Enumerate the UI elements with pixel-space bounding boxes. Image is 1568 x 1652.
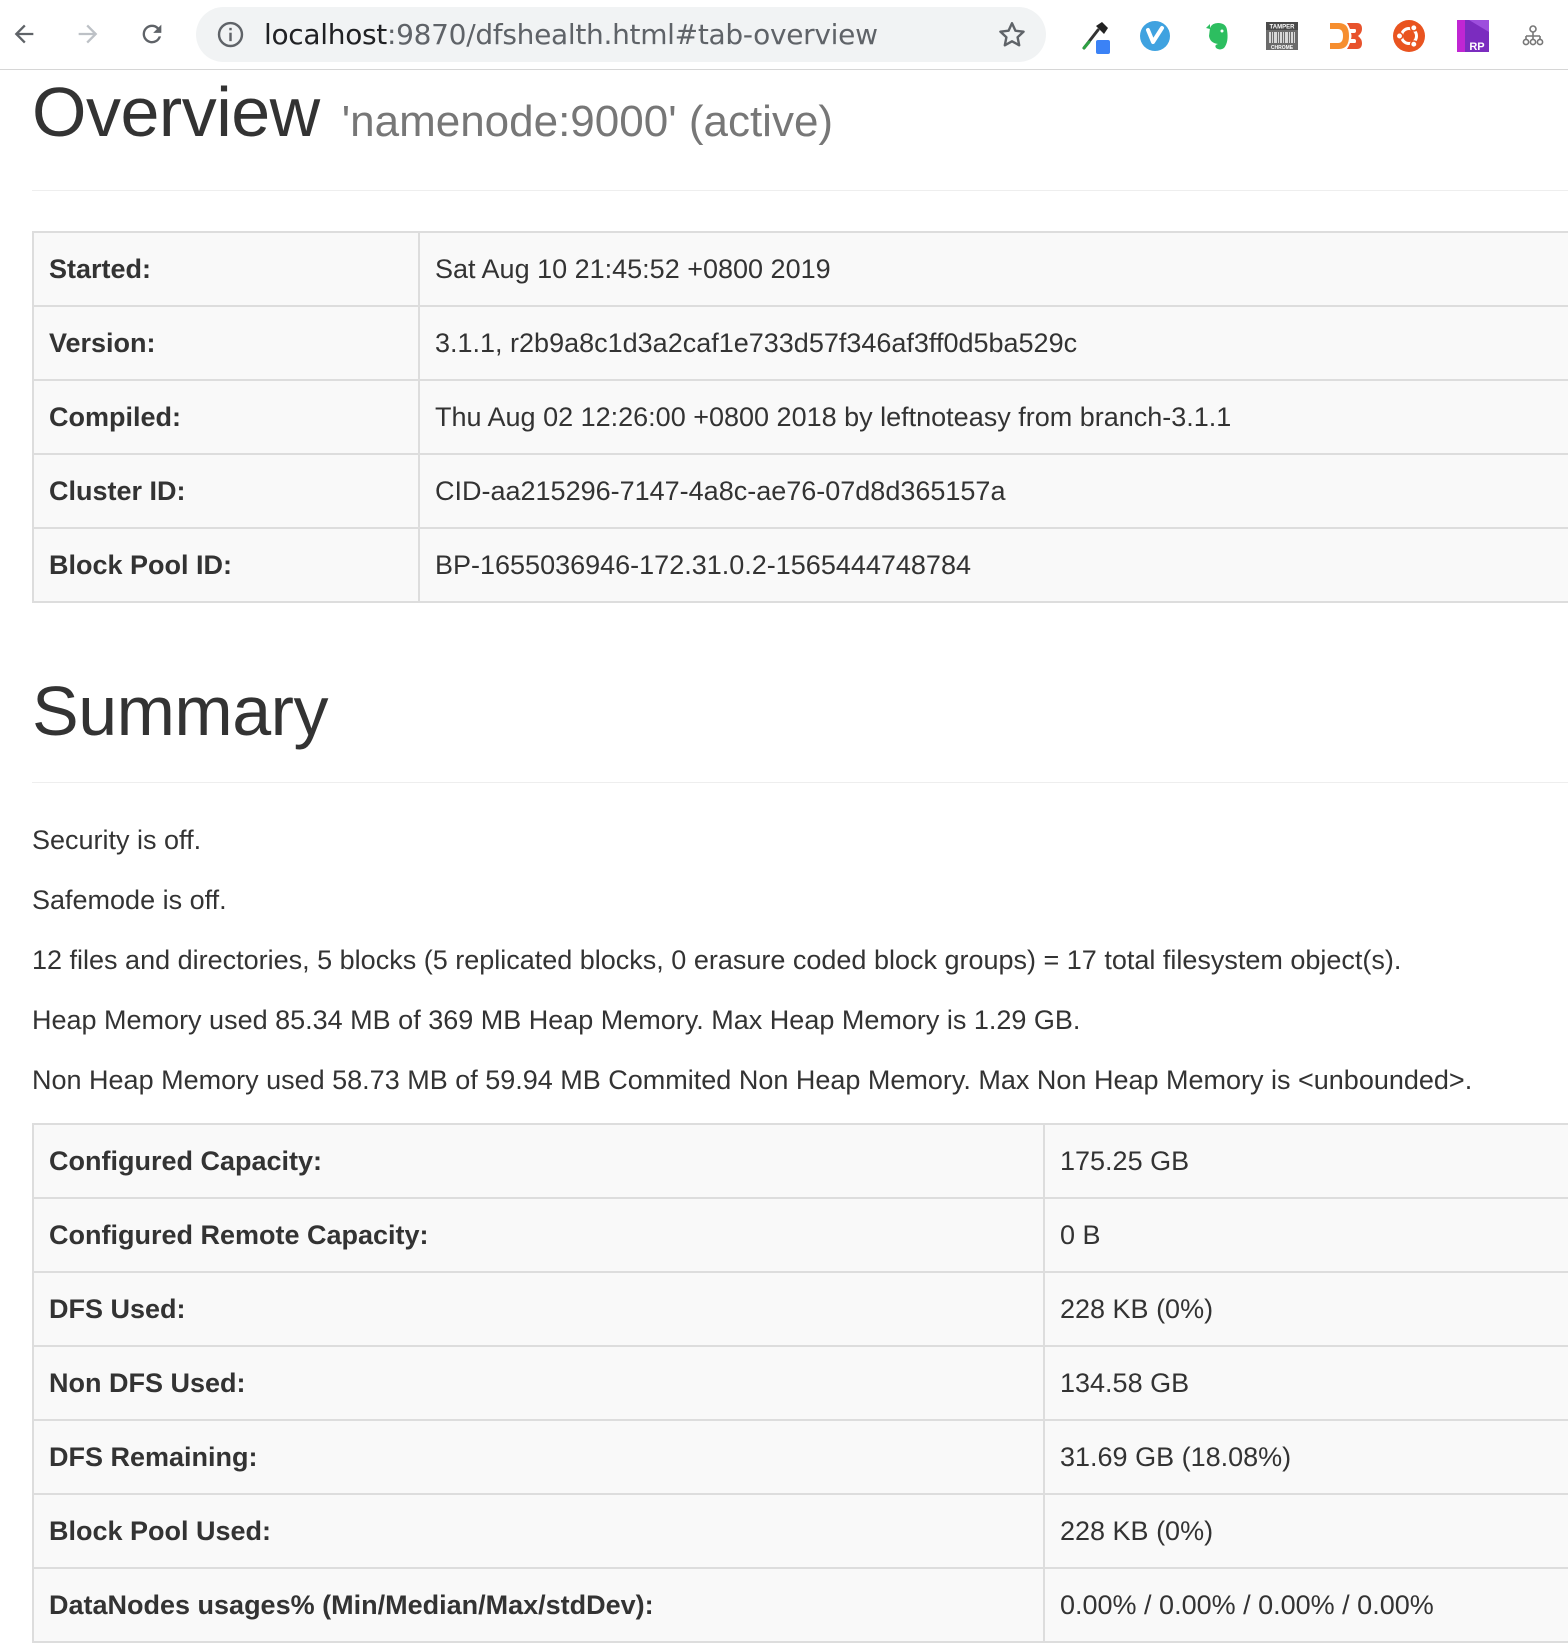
evernote-icon [1206,23,1228,50]
evernote-extension[interactable] [1200,18,1236,54]
row-value: 0 B [1043,1197,1568,1273]
row-label: Version: [32,305,420,381]
d3-icon [1330,23,1362,49]
row-value: CID-aa215296-7147-4a8c-ae76-07d8d365157a [418,453,1568,529]
row-value: 175.25 GB [1043,1123,1568,1199]
ubuntu-extension[interactable] [1391,18,1427,54]
row-value: Thu Aug 02 12:26:00 +0800 2018 by leftno… [418,379,1568,455]
summary-line: 12 files and directories, 5 blocks (5 re… [32,945,1402,975]
row-value: 0.00% / 0.00% / 0.00% / 0.00% [1043,1567,1568,1643]
vimium-icon [1140,21,1170,51]
eyedropper-icon [1082,22,1110,54]
forward-button[interactable] [68,14,108,54]
browser-toolbar: localhost:9870/dfshealth.html#tab-overvi… [0,0,1568,70]
table-row: Version: 3.1.1, r2b9a8c1d3a2caf1e733d57f3… [32,305,1568,381]
row-label: Configured Capacity: [32,1123,1045,1199]
table-row: Configured Remote Capacity: 0 B [32,1197,1568,1273]
sitemap-icon [1522,25,1544,46]
table-row: Block Pool ID: BP-1655036946-172.31.0.2-1… [32,527,1568,603]
rp-icon: RP [1457,20,1489,53]
back-button[interactable] [4,14,44,54]
summary-title: Summary [32,672,328,750]
address-bar[interactable]: localhost:9870/dfshealth.html#tab-overvi… [196,7,1046,62]
table-row: Block Pool Used: 228 KB (0%) [32,1493,1568,1569]
tamper-chrome-icon: TAMPER CHROME [1266,22,1298,51]
row-label: Configured Remote Capacity: [32,1197,1045,1273]
row-label: Cluster ID: [32,453,420,529]
row-label: Compiled: [32,379,420,455]
arrow-left-icon [14,24,34,44]
row-label: DFS Remaining: [32,1419,1045,1495]
row-value: 134.58 GB [1043,1345,1568,1421]
row-label: Started: [32,231,420,307]
table-row: Non DFS Used: 134.58 GB [32,1345,1568,1421]
summary-line: Safemode is off. [32,885,227,915]
overview-title: Overview 'namenode:9000' (active) [32,72,833,152]
summary-lines: Security is off. Safemode is off. 12 files… [32,823,1568,1123]
d3-extension[interactable] [1327,18,1363,54]
table-row: Compiled: Thu Aug 02 12:26:00 +0800 2018 … [32,379,1568,455]
star-icon[interactable] [996,19,1028,51]
overview-table: Started: Sat Aug 10 21:45:52 +0800 2019 Ve… [32,231,1568,603]
url-text[interactable]: localhost:9870/dfshealth.html#tab-overvi… [264,7,878,62]
capacity-table: Configured Capacity: 175.25 GB Configured … [32,1123,1568,1643]
row-label: Block Pool Used: [32,1493,1045,1569]
row-label: DataNodes usages% (Min/Median/Max/stdDev… [32,1567,1045,1643]
row-value: 228 KB (0%) [1043,1493,1568,1569]
page-content: Overview 'namenode:9000' (active) Started… [32,70,1568,1643]
row-label: Non DFS Used: [32,1345,1045,1421]
summary-line: Security is off. [32,825,202,855]
row-value: 31.69 GB (18.08%) [1043,1419,1568,1495]
reload-button[interactable] [132,14,172,54]
arrow-right-icon [78,24,98,44]
summary-header: Summary [32,672,1568,783]
row-value: Sat Aug 10 21:45:52 +0800 2019 [418,231,1568,307]
row-label: DFS Used: [32,1271,1045,1347]
table-row: DataNodes usages% (Min/Median/Max/stdDev… [32,1567,1568,1643]
namenode-subtitle: 'namenode:9000' (active) [341,97,834,146]
url-path: :9870/dfshealth.html#tab-overview [387,18,878,51]
vimium-extension[interactable] [1137,18,1173,54]
row-value: BP-1655036946-172.31.0.2-1565444748784 [418,527,1568,603]
info-icon[interactable] [216,20,245,49]
url-host: localhost [264,18,387,51]
eyedropper-extension[interactable] [1078,18,1114,54]
row-value: 228 KB (0%) [1043,1271,1568,1347]
sitemap-extension[interactable] [1520,18,1546,54]
chrome-label: CHROME [1271,45,1294,51]
summary-line: Heap Memory used 85.34 MB of 369 MB Heap… [32,1005,1081,1035]
row-value: 3.1.1, r2b9a8c1d3a2caf1e733d57f346af3ff0… [418,305,1568,381]
summary-line: Non Heap Memory used 58.73 MB of 59.94 M… [32,1065,1473,1095]
tamper-chrome-extension[interactable]: TAMPER CHROME [1264,18,1300,54]
table-row: Started: Sat Aug 10 21:45:52 +0800 2019 [32,231,1568,307]
overview-title-text: Overview [32,73,320,151]
table-row: DFS Remaining: 31.69 GB (18.08%) [32,1419,1568,1495]
table-row: DFS Used: 228 KB (0%) [32,1271,1568,1347]
overview-header: Overview 'namenode:9000' (active) [32,70,1568,191]
rp-extension[interactable]: RP [1455,18,1491,54]
row-label: Block Pool ID: [32,527,420,603]
ubuntu-icon [1393,20,1425,52]
reload-icon [142,24,162,44]
table-row: Configured Capacity: 175.25 GB [32,1123,1568,1199]
tamper-label: TAMPER [1270,25,1296,31]
rp-label: RP [1469,41,1484,53]
table-row: Cluster ID: CID-aa215296-7147-4a8c-ae76-0… [32,453,1568,529]
